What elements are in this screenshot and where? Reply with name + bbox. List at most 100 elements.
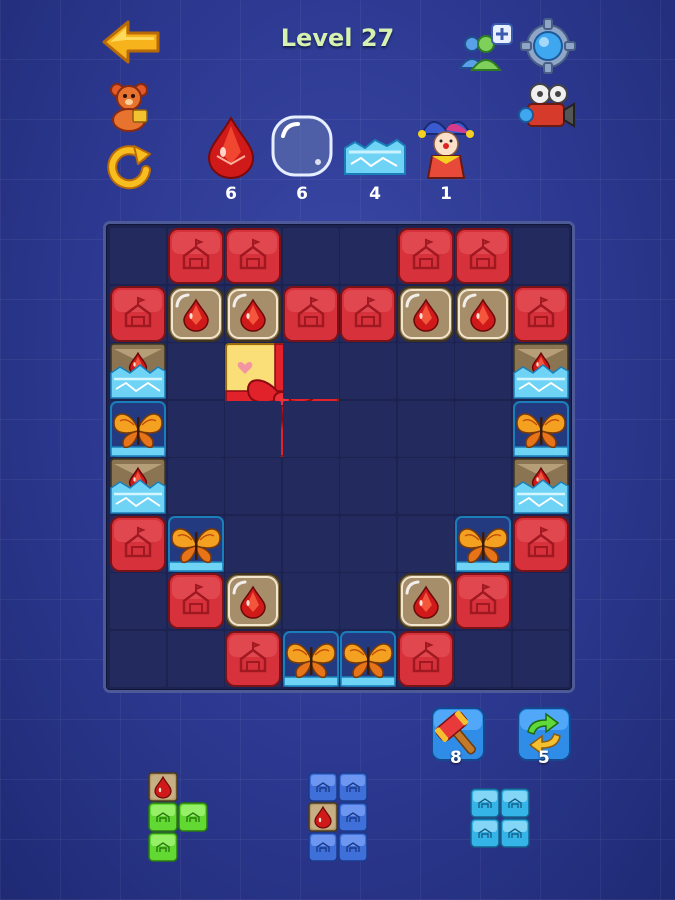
board-cell[interactable] — [225, 515, 281, 572]
goal-count: 6 — [296, 184, 308, 204]
board-cell[interactable] — [455, 343, 511, 399]
bubble-icon — [271, 115, 333, 177]
board-cell[interactable] — [282, 343, 339, 399]
shop-bear-button[interactable] — [103, 80, 155, 132]
goal-count: 1 — [440, 184, 452, 204]
tent-block — [110, 285, 166, 342]
tent-block — [110, 515, 166, 572]
cyan-block — [470, 788, 500, 818]
restart-arrow-icon — [107, 145, 151, 190]
butterfly-icon — [110, 400, 166, 457]
board-cell[interactable] — [455, 630, 511, 687]
board-cell[interactable] — [110, 228, 166, 284]
red-gem-icon — [397, 285, 454, 342]
tent-icon — [110, 515, 166, 572]
goal-jester: 1 — [410, 112, 482, 212]
board-cell[interactable] — [512, 630, 569, 687]
add-friend-icon — [458, 23, 513, 71]
board-cell[interactable] — [167, 458, 224, 514]
settings-button[interactable] — [520, 18, 576, 74]
tent-block — [340, 285, 396, 342]
game-board[interactable] — [106, 224, 572, 690]
blue-block — [308, 832, 338, 862]
piece-cyan-square[interactable] — [470, 788, 532, 850]
piece-blue-column[interactable] — [308, 772, 370, 864]
hammer-booster-button[interactable]: 8 — [430, 706, 486, 768]
piece-green-t[interactable] — [148, 772, 210, 864]
board-cell[interactable] — [282, 228, 339, 284]
board-cell[interactable] — [455, 400, 511, 457]
board-cell[interactable] — [397, 515, 454, 572]
shuffle-booster-button[interactable]: 5 — [516, 706, 572, 768]
tent-block — [455, 573, 511, 629]
board-cell[interactable] — [397, 458, 454, 514]
tent-icon — [512, 515, 569, 572]
board-cell[interactable] — [225, 458, 281, 514]
cyan-block — [500, 788, 530, 818]
ice-gem-block — [512, 343, 569, 399]
board-cell[interactable] — [512, 228, 569, 284]
tent-icon — [225, 228, 281, 284]
board-cell[interactable] — [282, 573, 339, 629]
blue-block — [338, 832, 368, 862]
teddy-bear-icon — [110, 83, 148, 132]
board-cell[interactable] — [282, 400, 339, 457]
butterfly-icon — [455, 515, 511, 572]
butterfly-block — [455, 515, 511, 572]
red-gem-icon — [207, 115, 255, 179]
tent-block — [397, 630, 454, 687]
butterfly-icon — [282, 630, 339, 687]
board-cell[interactable] — [397, 343, 454, 399]
board-cell[interactable] — [340, 458, 396, 514]
board-cell[interactable] — [110, 573, 166, 629]
board-cell[interactable] — [225, 400, 281, 457]
board-cell[interactable] — [340, 228, 396, 284]
add-friend-button[interactable] — [458, 22, 514, 72]
board-cell[interactable] — [340, 515, 396, 572]
bubble-gem-block — [455, 285, 511, 342]
board-cell[interactable] — [455, 458, 511, 514]
tent-icon — [167, 228, 224, 284]
ice-gem-icon — [512, 343, 569, 399]
goal-red-gem: 6 — [195, 112, 267, 212]
board-cell[interactable] — [167, 400, 224, 457]
restart-button[interactable] — [104, 142, 154, 192]
butterfly-block — [282, 630, 339, 687]
goal-count: 6 — [225, 184, 237, 204]
red-gem-icon — [167, 285, 224, 342]
red-gem-icon — [225, 573, 281, 629]
board-cell[interactable] — [340, 343, 396, 399]
ice-gem-icon — [512, 458, 569, 514]
tent-block — [167, 573, 224, 629]
tent-block — [455, 228, 511, 284]
tent-block — [512, 285, 569, 342]
butterfly-icon — [340, 630, 396, 687]
tent-icon — [397, 630, 454, 687]
green-block — [148, 832, 178, 862]
tent-icon — [282, 285, 339, 342]
tent-block — [225, 228, 281, 284]
blue-block — [338, 772, 368, 802]
board-cell[interactable] — [340, 573, 396, 629]
jester-icon — [418, 121, 474, 179]
board-cell[interactable] — [167, 630, 224, 687]
tent-block — [225, 630, 281, 687]
board-cell[interactable] — [282, 458, 339, 514]
shuffle-count: 5 — [538, 748, 550, 768]
board-cell[interactable] — [397, 400, 454, 457]
butterfly-block — [512, 400, 569, 457]
board-cell[interactable] — [110, 630, 166, 687]
red-gem-icon — [397, 573, 454, 629]
tent-block — [282, 285, 339, 342]
ice-gem-block — [110, 458, 166, 514]
board-cell[interactable] — [282, 515, 339, 572]
board-cell[interactable] — [340, 400, 396, 457]
red-gem-icon — [455, 285, 511, 342]
board-cell[interactable] — [167, 343, 224, 399]
tent-icon — [340, 285, 396, 342]
video-ad-button[interactable] — [518, 82, 576, 130]
butterfly-block — [167, 515, 224, 572]
film-camera-icon — [518, 83, 575, 128]
board-cell[interactable] — [512, 573, 569, 629]
bubble-gem-block — [167, 285, 224, 342]
